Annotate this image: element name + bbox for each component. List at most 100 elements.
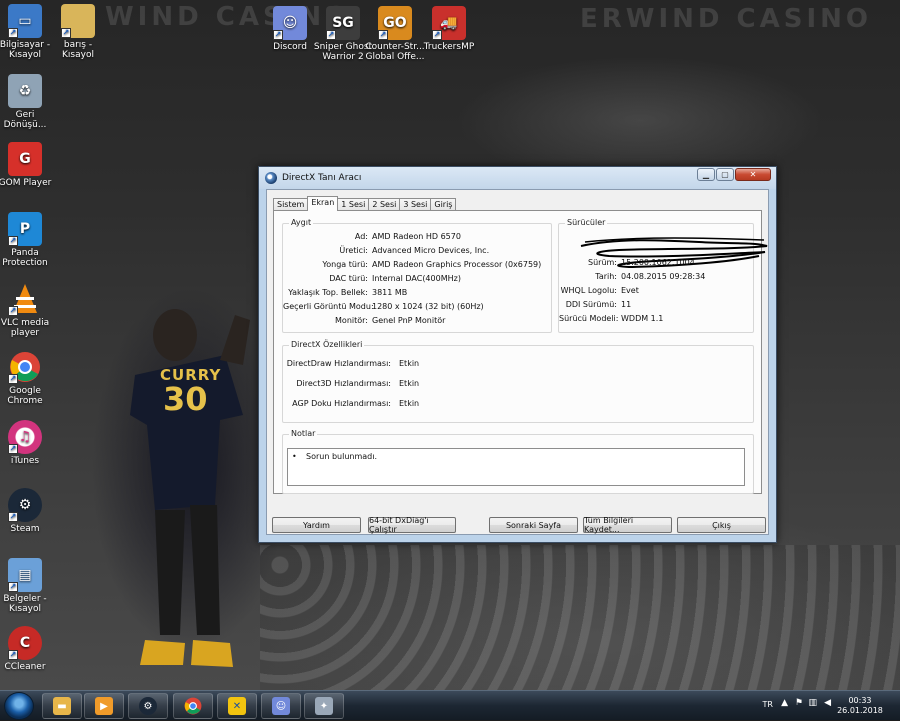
taskbar-media-player[interactable]: ▶ [84,693,124,719]
maximize-button[interactable]: ▢ [716,168,734,181]
sniper-game-icon: SG ↗ [326,6,360,40]
close-button[interactable]: ✕ [735,168,771,181]
desktop-icon-label: Sniper Ghost Warrior 2 [313,42,373,62]
ccleaner-icon: C ↗ [8,626,42,660]
device-label: Yaklaşık Top. Bellek: [288,288,368,297]
driver-value: 15.200.1062.1004 [621,258,695,267]
desktop-icon-label: iTunes [10,456,40,466]
device-label: Yonga türü: [322,260,368,269]
desktop-icon-ccleaner[interactable]: C ↗ CCleaner [0,626,55,672]
desktop-icon-label: Belgeler - Kısayol [3,594,47,614]
desktop-icon-label: GOM Player [0,178,52,188]
feature-value: Etkin [399,379,420,388]
desktop-icon-label: Geri Dönüşü... [3,110,47,130]
computer-icon: ▭ ↗ [8,4,42,38]
notes-item-text: Sorun bulunmadı. [306,452,377,461]
maximize-icon: ▢ [721,170,729,179]
device-value: AMD Radeon HD 6570 [372,232,461,241]
driver-label: WHQL Logolu: [560,286,617,295]
show-hidden-icons-icon[interactable]: ▲ [781,698,788,708]
window-client-area: Sistem Ekran 1 Sesi 2 Sesi 3 Sesi Giriş … [266,189,769,535]
taskbar-xsplit[interactable]: ✕ [217,693,257,719]
run-64bit-dxdiag-button[interactable]: 64-bit DxDiag'ı Çalıştır [368,516,456,534]
wallpaper-player-figure [130,309,250,667]
desktop-icon-label: Google Chrome [7,386,43,406]
device-value: AMD Radeon Graphics Processor (0x6759) [372,260,542,269]
minimize-button[interactable]: ▁ [697,168,715,181]
window-titlebar[interactable]: DirectX Tanı Aracı ▁ ▢ ✕ [259,167,776,189]
discord-icon: ☺ ↗ [273,6,307,40]
desktop-icon-vlc[interactable]: ↗ VLC media player [0,282,55,338]
driver-label: DDI Sürümü: [565,300,617,309]
desktop-icon-label: Counter-Str... Global Offe... [365,42,425,62]
exit-button[interactable]: Çıkış [677,517,766,533]
desktop-icon-label: Steam [10,524,40,534]
truck-icon: 🚚 ↗ [432,6,466,40]
discord-icon: ☺ [272,697,290,715]
clock[interactable]: 00:33 26.01.2018 [830,696,890,716]
driver-value: 04.08.2015 09:28:34 [621,272,706,281]
desktop-icon-discord[interactable]: ☺ ↗ Discord [260,6,320,52]
device-label: DAC türü: [329,274,368,283]
drivers-group-title: Sürücüler [565,218,608,227]
start-button[interactable] [4,692,34,720]
device-value: Advanced Micro Devices, Inc. [372,246,490,255]
device-label: Üretici: [339,246,368,255]
desktop-icon-csgo[interactable]: GO ↗ Counter-Str... Global Offe... [365,6,425,62]
minimize-icon: ▁ [702,170,710,179]
feature-label: DirectDraw Hızlandırması: [286,359,391,368]
recycle-bin-icon: ♻ [8,74,42,108]
driver-label: Sürüm: [588,258,617,267]
features-group-title: DirectX Özellikleri [289,340,365,349]
language-indicator[interactable]: TR [763,700,773,709]
itunes-icon: ♫ ↗ [8,420,42,454]
bullet-icon: • [292,452,297,461]
feature-value: Etkin [399,359,420,368]
steam-icon: ⚙ [139,697,157,715]
vlc-icon: ↗ [8,282,42,316]
device-label: Geçerli Görüntü Modu: [283,302,374,311]
desktop-icon-sniper-ghost[interactable]: SG ↗ Sniper Ghost Warrior 2 [313,6,373,62]
desktop-icon-label: TruckersMP [423,42,475,52]
desktop-icon-gom-player[interactable]: G GOM Player [0,142,55,188]
desktop-icon-documents[interactable]: ▤ ↗ Belgeler - Kısayol [0,558,55,614]
help-button[interactable]: Yardım [272,517,361,533]
taskbar: ▬ ▶ ⚙ ✕ ☺ ✦ TR ▲ ⚑ ▥ ◀ 00:33 26.01.2018 [0,690,900,720]
csgo-icon: GO ↗ [378,6,412,40]
close-icon: ✕ [749,170,757,179]
directx-app-icon [265,172,277,184]
flag-icon[interactable]: ⚑ [795,698,803,708]
wallpaper-text-right: ERWIND CASINO [580,4,872,34]
device-value: 3811 MB [372,288,408,297]
feature-label: Direct3D Hızlandırması: [296,379,391,388]
device-value: Internal DAC(400MHz) [372,274,461,283]
desktop-icon-truckersmp[interactable]: 🚚 ↗ TruckersMP [419,6,479,52]
device-value: 1280 x 1024 (32 bit) (60Hz) [372,302,484,311]
desktop-icon-panda[interactable]: P ↗ Panda Protection [0,212,55,268]
driver-label: Tarih: [595,272,617,281]
save-all-info-button[interactable]: Tüm Bilgileri Kaydet... [583,516,672,534]
next-page-button[interactable]: Sonraki Sayfa [489,517,578,533]
taskbar-steam[interactable]: ⚙ [128,693,168,719]
desktop-icon-recycle-bin[interactable]: ♻ Geri Dönüşü... [0,74,55,130]
taskbar-explorer[interactable]: ▬ [42,693,82,719]
desktop-icon-steam[interactable]: ⚙ ↗ Steam [0,488,55,534]
driver-label: Sürücü Modeli: [559,314,619,323]
taskbar-discord[interactable]: ☺ [261,693,301,719]
tab-strip: Sistem Ekran 1 Sesi 2 Sesi 3 Sesi Giriş [273,196,457,211]
desktop-icon-computer[interactable]: ▭ ↗ Bilgisayar - Kısayol [0,4,55,60]
taskbar-directx[interactable]: ✦ [304,693,344,719]
network-icon[interactable]: ▥ [808,698,817,708]
desktop-icon-folder[interactable]: ↗ barış - Kısayol [48,4,108,60]
tab-ekran[interactable]: Ekran [307,196,339,211]
desktop-icon-chrome[interactable]: ↗ Google Chrome [0,350,55,406]
device-group-title: Aygıt [289,218,314,227]
xsplit-icon: ✕ [228,697,246,715]
device-label: Ad: [354,232,368,241]
chrome-icon: ↗ [8,350,42,384]
explorer-icon: ▬ [53,697,71,715]
desktop-icon-itunes[interactable]: ♫ ↗ iTunes [0,420,55,466]
driver-value: Evet [621,286,639,295]
notes-textbox[interactable]: • Sorun bulunmadı. [287,448,745,486]
taskbar-chrome[interactable] [173,693,213,719]
